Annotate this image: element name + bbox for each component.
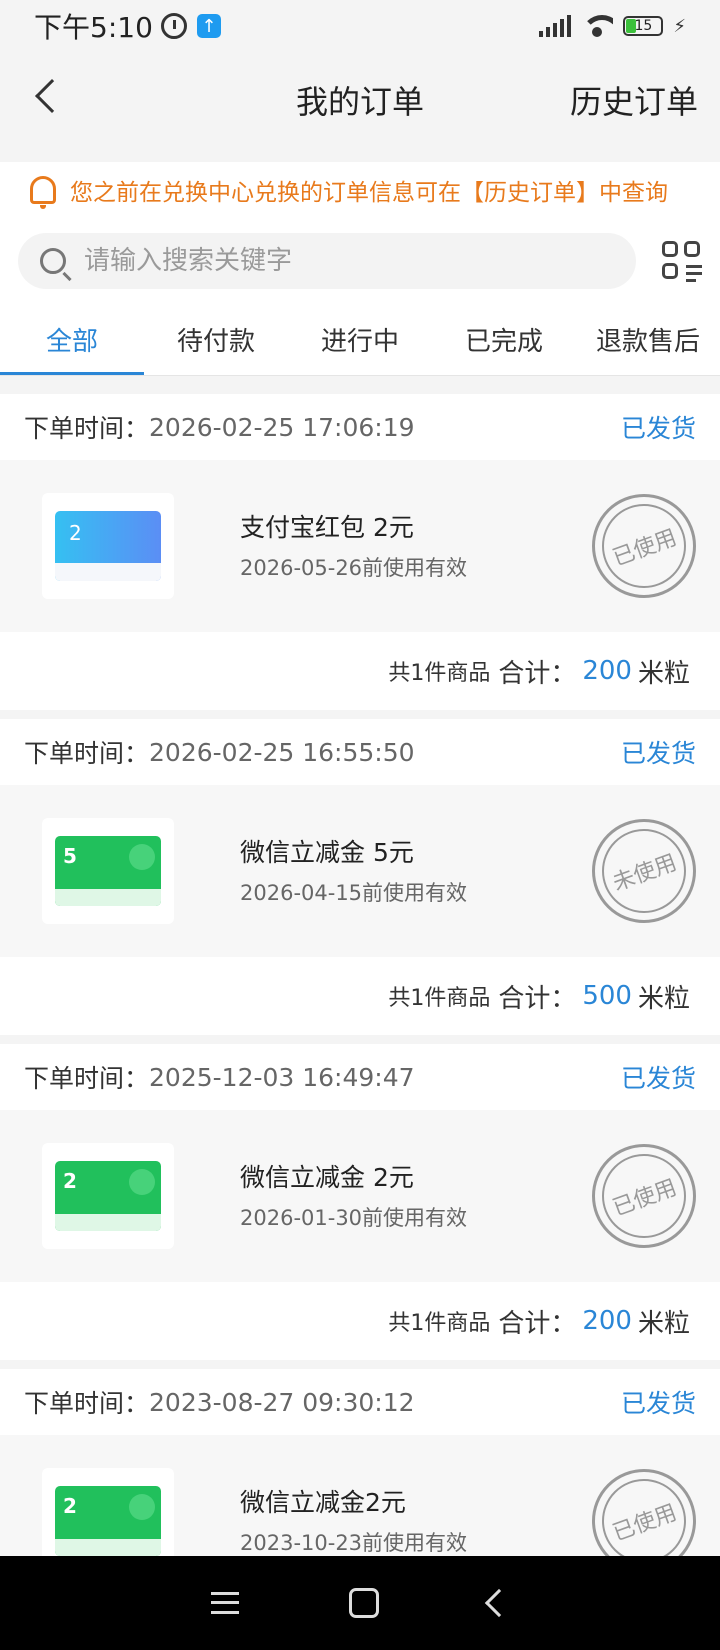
wechat-card-image: 2 bbox=[55, 1486, 161, 1556]
order-header: 下单时间： 2026-02-25 16:55:50 已发货 bbox=[0, 719, 720, 785]
order-header: 下单时间： 2023-08-27 09:30:12 已发货 bbox=[0, 1369, 720, 1435]
total-label: 合计： bbox=[498, 658, 577, 689]
search-icon bbox=[40, 248, 66, 274]
order-tabs: 全部 待付款 进行中 已完成 退款售后 bbox=[0, 304, 720, 376]
order-item[interactable]: 2 微信立减金2元 2023-10-23前使用有效 已使用 bbox=[0, 1435, 720, 1559]
menu-icon[interactable] bbox=[211, 1592, 239, 1614]
tab-refund[interactable]: 退款售后 bbox=[576, 304, 720, 375]
search-row bbox=[0, 218, 720, 304]
order-time-label: 下单时间： bbox=[24, 1064, 150, 1093]
item-validity: 2023-10-23前使用有效 bbox=[240, 1531, 468, 1555]
total-unit: 米粒 bbox=[637, 1308, 690, 1339]
upload-icon: ↑ bbox=[196, 14, 221, 38]
item-validity: 2026-05-26前使用有效 bbox=[240, 556, 468, 580]
item-name: 微信立减金 5元 bbox=[240, 838, 414, 867]
order-card[interactable]: 下单时间： 2023-08-27 09:30:12 已发货 2 微信立减金2元 … bbox=[0, 1369, 720, 1559]
order-list: 下单时间： 2026-02-25 17:06:19 已发货 2 支付宝红包 2元… bbox=[0, 394, 720, 1568]
stamp-text: 已使用 bbox=[609, 525, 681, 572]
item-validity: 2026-01-30前使用有效 bbox=[240, 1206, 468, 1230]
item-validity: 2026-04-15前使用有效 bbox=[240, 881, 468, 905]
usage-stamp: 已使用 bbox=[592, 1469, 696, 1559]
item-name: 微信立减金2元 bbox=[240, 1488, 406, 1517]
nav-bar: 我的订单 历史订单 bbox=[0, 52, 720, 148]
order-footer: 共1件商品 合计： 500 米粒 bbox=[0, 957, 720, 1035]
search-box[interactable] bbox=[18, 233, 636, 289]
wifi-icon bbox=[581, 15, 614, 37]
card-amount: 2 bbox=[63, 1169, 77, 1193]
alarm-icon bbox=[160, 13, 187, 39]
total-label: 合计： bbox=[498, 1308, 577, 1339]
product-thumbnail: 2 bbox=[42, 493, 174, 599]
item-count: 共1件商品 bbox=[388, 661, 491, 686]
notice-banner: 您之前在兑换中心兑换的订单信息可在【历史订单】中查询 bbox=[0, 162, 720, 218]
order-card[interactable]: 下单时间： 2025-12-03 16:49:47 已发货 2 微信立减金 2元… bbox=[0, 1044, 720, 1360]
stamp-text: 已使用 bbox=[609, 1175, 681, 1222]
history-orders-link[interactable]: 历史订单 bbox=[570, 77, 698, 123]
card-amount: 2 bbox=[69, 521, 82, 545]
order-header: 下单时间： 2026-02-25 17:06:19 已发货 bbox=[0, 394, 720, 460]
battery-level: 15 bbox=[634, 18, 653, 34]
order-status: 已发货 bbox=[620, 1389, 696, 1418]
order-time: 2023-08-27 09:30:12 bbox=[149, 1387, 415, 1417]
order-footer: 共1件商品 合计： 200 米粒 bbox=[0, 1282, 720, 1360]
usage-stamp: 已使用 bbox=[592, 494, 696, 598]
search-input[interactable] bbox=[84, 246, 564, 276]
item-count: 共1件商品 bbox=[388, 1311, 491, 1336]
total-amount: 200 bbox=[582, 1306, 632, 1336]
order-status: 已发货 bbox=[620, 739, 696, 768]
order-status: 已发货 bbox=[620, 1064, 696, 1093]
status-bar: 下午5:10 ↑ 15 ⚡ bbox=[0, 0, 720, 52]
charging-icon: ⚡ bbox=[673, 15, 686, 37]
order-status: 已发货 bbox=[620, 414, 696, 443]
item-name: 微信立减金 2元 bbox=[240, 1163, 414, 1192]
order-time: 2026-02-25 16:55:50 bbox=[149, 737, 415, 767]
wechat-card-image: 5 bbox=[55, 836, 161, 906]
total-unit: 米粒 bbox=[637, 658, 690, 689]
usage-stamp: 未使用 bbox=[592, 819, 696, 923]
order-header: 下单时间： 2025-12-03 16:49:47 已发货 bbox=[0, 1044, 720, 1110]
order-time-label: 下单时间： bbox=[24, 739, 150, 768]
stamp-text: 未使用 bbox=[609, 850, 681, 897]
order-time-label: 下单时间： bbox=[24, 1389, 150, 1418]
tab-all[interactable]: 全部 bbox=[0, 304, 144, 375]
total-unit: 米粒 bbox=[637, 983, 690, 1014]
status-time: 下午5:10 bbox=[34, 11, 153, 44]
stamp-text: 已使用 bbox=[609, 1500, 681, 1547]
item-name: 支付宝红包 2元 bbox=[240, 513, 414, 542]
back-icon[interactable] bbox=[35, 79, 69, 113]
order-time: 2026-02-25 17:06:19 bbox=[149, 412, 415, 442]
tab-in-progress[interactable]: 进行中 bbox=[288, 304, 432, 375]
scan-icon[interactable] bbox=[662, 241, 702, 282]
alipay-card-image: 2 bbox=[55, 511, 161, 581]
back-icon[interactable] bbox=[484, 1588, 514, 1618]
order-item[interactable]: 2 支付宝红包 2元 2026-05-26前使用有效 已使用 bbox=[0, 460, 720, 632]
battery-icon: 15 bbox=[623, 16, 664, 36]
item-count: 共1件商品 bbox=[388, 986, 491, 1011]
total-amount: 200 bbox=[582, 656, 632, 686]
order-time-label: 下单时间： bbox=[24, 414, 150, 443]
system-nav-bar bbox=[0, 1556, 720, 1650]
product-thumbnail: 5 bbox=[42, 818, 174, 924]
card-amount: 2 bbox=[63, 1494, 77, 1518]
order-footer: 共1件商品 合计： 200 米粒 bbox=[0, 632, 720, 710]
order-item[interactable]: 5 微信立减金 5元 2026-04-15前使用有效 未使用 bbox=[0, 785, 720, 957]
wechat-card-image: 2 bbox=[55, 1161, 161, 1231]
order-card[interactable]: 下单时间： 2026-02-25 16:55:50 已发货 5 微信立减金 5元… bbox=[0, 719, 720, 1035]
card-amount: 5 bbox=[63, 844, 77, 868]
product-thumbnail: 2 bbox=[42, 1143, 174, 1249]
order-item[interactable]: 2 微信立减金 2元 2026-01-30前使用有效 已使用 bbox=[0, 1110, 720, 1282]
product-thumbnail: 2 bbox=[42, 1468, 174, 1559]
order-card[interactable]: 下单时间： 2026-02-25 17:06:19 已发货 2 支付宝红包 2元… bbox=[0, 394, 720, 710]
total-amount: 500 bbox=[582, 981, 632, 1011]
order-time: 2025-12-03 16:49:47 bbox=[149, 1062, 415, 1092]
notice-text: 您之前在兑换中心兑换的订单信息可在【历史订单】中查询 bbox=[70, 180, 668, 206]
bell-icon bbox=[30, 176, 56, 209]
tab-pending-payment[interactable]: 待付款 bbox=[144, 304, 288, 375]
tab-completed[interactable]: 已完成 bbox=[432, 304, 576, 375]
usage-stamp: 已使用 bbox=[592, 1144, 696, 1248]
signal-icon bbox=[539, 15, 572, 37]
total-label: 合计： bbox=[498, 983, 577, 1014]
home-icon[interactable] bbox=[349, 1588, 379, 1618]
page-title: 我的订单 bbox=[295, 83, 424, 121]
